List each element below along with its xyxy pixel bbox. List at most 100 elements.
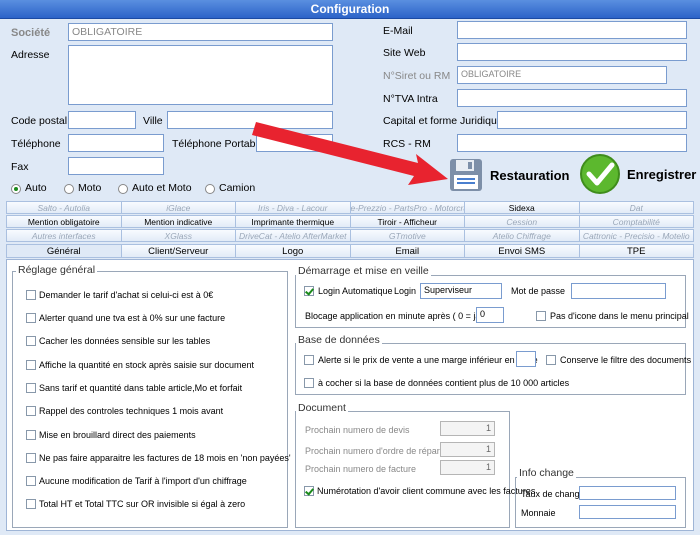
general-checkbox-label: Mise en brouillard direct des paiements <box>39 430 196 440</box>
pas-icone-checkbox[interactable] <box>536 311 546 321</box>
tab-email[interactable]: Email <box>350 244 465 258</box>
ville-label: Ville <box>143 115 163 127</box>
info-change-title: Info change <box>517 467 576 479</box>
tab-row-4: Général Client/Serveur Logo Email Envoi … <box>6 244 694 258</box>
alerte-marge-checkbox[interactable] <box>304 355 314 365</box>
login-label: Login <box>394 286 417 296</box>
tab-tiroir[interactable]: Tiroir - Afficheur <box>350 215 465 228</box>
tab-mention-obligatoire[interactable]: Mention obligatoire <box>6 215 122 228</box>
devis-label: Prochain numero de devis <box>305 425 410 435</box>
general-checkbox-label: Total HT et Total TTC sur OR invisible s… <box>39 499 246 509</box>
login-auto-label: Login Automatique <box>318 286 393 296</box>
adresse-label: Adresse <box>11 49 50 61</box>
code-postal-input[interactable] <box>68 111 136 129</box>
enregistrer-button[interactable]: Enregistrer <box>579 153 697 195</box>
tab-iglace[interactable]: iGlace <box>121 201 236 214</box>
tva-intra-input[interactable] <box>457 89 687 107</box>
floppy-disk-icon <box>450 159 482 191</box>
info-change-group <box>515 477 686 528</box>
password-input[interactable] <box>571 283 666 299</box>
tab-tpe[interactable]: TPE <box>579 244 694 258</box>
general-checkbox[interactable] <box>26 383 36 393</box>
tab-dat[interactable]: Dat <box>579 201 694 214</box>
login-auto-checkbox[interactable] <box>304 286 314 296</box>
radio-auto-et-moto-label: Auto et Moto <box>132 182 192 194</box>
monnaie-label: Monnaie <box>521 508 556 518</box>
tab-row-2: Mention obligatoire Mention indicative I… <box>6 215 694 228</box>
taux-label: Taux de change <box>521 489 585 499</box>
window-title: Configuration <box>310 2 390 16</box>
marge-input[interactable] <box>516 351 536 367</box>
tab-salto[interactable]: Salto - Autolia <box>6 201 122 214</box>
checkmark-icon <box>580 154 620 194</box>
reparation-input[interactable]: 1 <box>440 442 495 457</box>
radio-camion[interactable] <box>205 184 215 194</box>
email-input[interactable] <box>457 21 687 39</box>
blocage-label: Blocage application en minute après ( 0 … <box>305 311 503 321</box>
tab-sidexa[interactable]: Sidexa <box>465 201 580 214</box>
tab-general[interactable]: Général <box>6 244 122 258</box>
grosse-base-label: à cocher si la base de données contient … <box>318 378 570 388</box>
general-checkbox[interactable] <box>26 360 36 370</box>
tab-logo[interactable]: Logo <box>236 244 351 258</box>
tab-row-1: Salto - Autolia iGlace Iris - Diva - Lac… <box>6 201 694 214</box>
document-title: Document <box>296 402 348 414</box>
adresse-textarea[interactable] <box>68 45 333 105</box>
radio-moto[interactable] <box>64 184 74 194</box>
rcs-input[interactable] <box>457 134 687 152</box>
radio-camion-label: Camion <box>219 182 256 194</box>
tab-envoi-sms[interactable]: Envoi SMS <box>465 244 580 258</box>
avoir-checkbox[interactable] <box>304 486 314 496</box>
devis-input[interactable]: 1 <box>440 421 495 436</box>
general-checkbox-label: Aucune modification de Tarif à l'import … <box>39 476 247 486</box>
monnaie-input[interactable] <box>579 505 676 519</box>
restauration-label: Restauration <box>490 168 570 183</box>
tab-client-serveur[interactable]: Client/Serveur <box>121 244 236 258</box>
radio-auto[interactable] <box>11 184 21 194</box>
general-checkbox[interactable] <box>26 336 36 346</box>
telephone-input[interactable] <box>68 134 164 152</box>
general-checkbox[interactable] <box>26 476 36 486</box>
tab-drivecat[interactable]: DriveCat - Atelio AfterMarket <box>236 229 351 242</box>
login-input[interactable]: Superviseur <box>420 283 502 299</box>
fax-input[interactable] <box>68 157 164 175</box>
general-checkbox-label: Rappel des controles techniques 1 mois a… <box>39 406 224 416</box>
tab-iris[interactable]: Iris - Diva - Lacour <box>236 201 351 214</box>
tab-imprimante[interactable]: Imprimante thermique <box>236 215 351 228</box>
restauration-button[interactable]: Restauration <box>444 155 570 195</box>
fax-label: Fax <box>11 161 29 173</box>
siret-input[interactable]: OBLIGATOIRE <box>457 66 667 84</box>
demarrage-title: Démarrage et mise en veille <box>296 265 431 277</box>
tab-row-3: Autres interfaces XGlass DriveCat - Atel… <box>6 229 694 242</box>
site-web-input[interactable] <box>457 43 687 61</box>
conserve-filtre-label: Conserve le filtre des documents <box>560 355 692 365</box>
general-checkbox[interactable] <box>26 453 36 463</box>
taux-input[interactable] <box>579 486 676 500</box>
capital-input[interactable] <box>497 111 687 129</box>
tab-comptabilite[interactable]: Comptabilité <box>579 215 694 228</box>
general-checkbox[interactable] <box>26 430 36 440</box>
siret-label: N°Siret ou RM <box>383 70 451 82</box>
societe-input[interactable]: OBLIGATOIRE <box>68 23 333 41</box>
blocage-input[interactable]: 0 <box>476 307 504 323</box>
tab-mention-indicative[interactable]: Mention indicative <box>121 215 236 228</box>
tab-cattronic[interactable]: Cattronic - Precisio - Motelio <box>579 229 694 242</box>
general-checkbox-label: Cacher les données sensible sur les tabl… <box>39 336 211 346</box>
email-label: E-Mail <box>383 25 413 37</box>
grosse-base-checkbox[interactable] <box>304 378 314 388</box>
general-checkbox[interactable] <box>26 313 36 323</box>
tab-eprezzio[interactable]: e-Prezzio - PartsPro - Motorcraft <box>350 201 465 214</box>
tab-cession[interactable]: Cession <box>465 215 580 228</box>
conserve-filtre-checkbox[interactable] <box>546 355 556 365</box>
radio-auto-et-moto[interactable] <box>118 184 128 194</box>
facture-input[interactable]: 1 <box>440 460 495 475</box>
general-checkbox[interactable] <box>26 406 36 416</box>
alerte-marge-label: Alerte si le prix de vente a une marge i… <box>318 355 538 365</box>
tab-xglass[interactable]: XGlass <box>121 229 236 242</box>
tab-autres-interfaces[interactable]: Autres interfaces <box>6 229 122 242</box>
tab-atelio-chiffrage[interactable]: Atelio Chiffrage <box>465 229 580 242</box>
general-checkbox[interactable] <box>26 290 36 300</box>
radio-auto-label: Auto <box>25 182 47 194</box>
general-checkbox[interactable] <box>26 499 36 509</box>
tab-gtmotive[interactable]: GTmotive <box>350 229 465 242</box>
